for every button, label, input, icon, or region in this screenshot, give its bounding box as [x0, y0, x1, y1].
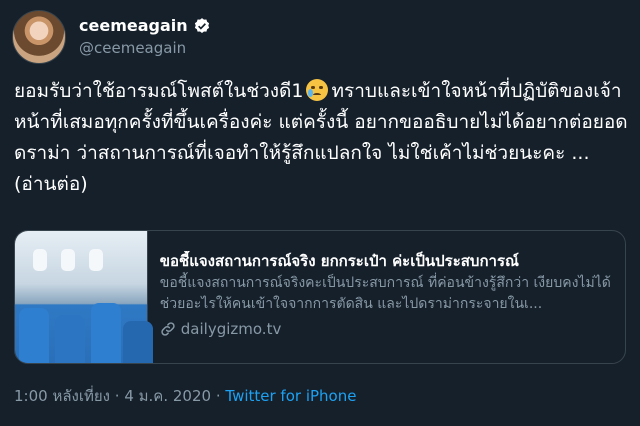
display-name-row: ceemeagain [79, 16, 211, 36]
link-card-domain-row: dailygizmo.tv [160, 320, 611, 338]
link-card-content: ขอชี้แจงสถานการณ์จริง ยกกระเป๋า ค่ะเป็นป… [148, 231, 625, 363]
tweet-source[interactable]: Twitter for iPhone [225, 387, 356, 405]
meta-separator: · [114, 387, 120, 405]
avatar[interactable] [12, 10, 66, 64]
author-names: ceemeagain @ceemeagain [79, 16, 211, 58]
display-name[interactable]: ceemeagain [79, 16, 188, 36]
tweet-date[interactable]: 4 ม.ค. 2020 [124, 387, 211, 405]
tweet-header: ceemeagain @ceemeagain [12, 10, 211, 64]
meta-separator-2: · [215, 387, 221, 405]
tweet-meta: 1:00 หลังเที่ยง · 4 ม.ค. 2020 · Twitter … [14, 386, 356, 406]
crying-face-emoji-icon [306, 79, 329, 101]
link-icon [160, 321, 176, 337]
handle[interactable]: @ceemeagain [79, 38, 211, 58]
link-card-title: ขอชี้แจงสถานการณ์จริง ยกกระเป๋า ค่ะเป็นป… [159, 252, 519, 270]
link-preview-card[interactable]: ขอชี้แจงสถานการณ์จริง ยกกระเป๋า ค่ะเป็นป… [14, 230, 626, 364]
tweet-text-part-1: ยอมรับว่าใช้อารมณ์โพสต์ในช่วงดี1 [14, 80, 304, 102]
link-card-description: ขอชี้แจงสถานการณ์จริงคะเป็นประสบการณ์ ที… [159, 275, 611, 312]
link-thumbnail [15, 231, 153, 363]
verified-badge-icon [193, 17, 211, 35]
tweet-text: ยอมรับว่าใช้อารมณ์โพสต์ในช่วงดี1 ทราบและเ… [14, 76, 629, 200]
tweet-time[interactable]: 1:00 หลังเที่ยง [14, 387, 110, 405]
link-card-domain: dailygizmo.tv [180, 320, 282, 338]
